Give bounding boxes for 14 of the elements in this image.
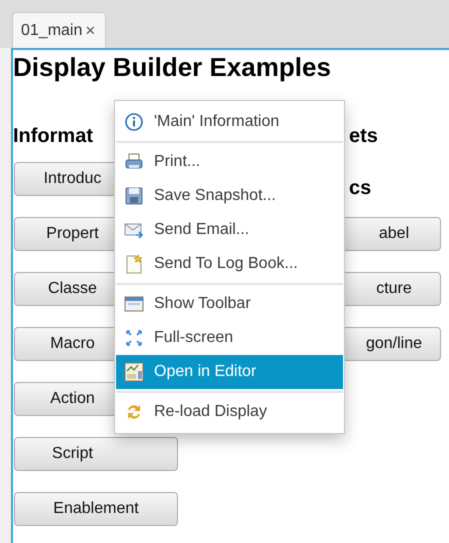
menu-item[interactable]: 'Main' Information — [116, 105, 343, 139]
document-tab[interactable]: 01_main × — [12, 12, 106, 48]
window-icon — [124, 294, 144, 314]
page-title: Display Builder Examples — [13, 51, 331, 83]
document-star-icon — [124, 254, 144, 274]
section-heading: ets — [349, 124, 378, 148]
info-icon — [124, 112, 144, 132]
close-icon[interactable]: × — [85, 18, 96, 44]
expand-arrows-icon — [124, 328, 144, 348]
section-heading: Informat — [13, 124, 93, 148]
chart-window-icon — [124, 362, 144, 382]
section-heading: cs — [349, 176, 372, 200]
example-button[interactable]: Script — [14, 437, 178, 471]
example-button[interactable]: Enablement — [14, 492, 178, 526]
